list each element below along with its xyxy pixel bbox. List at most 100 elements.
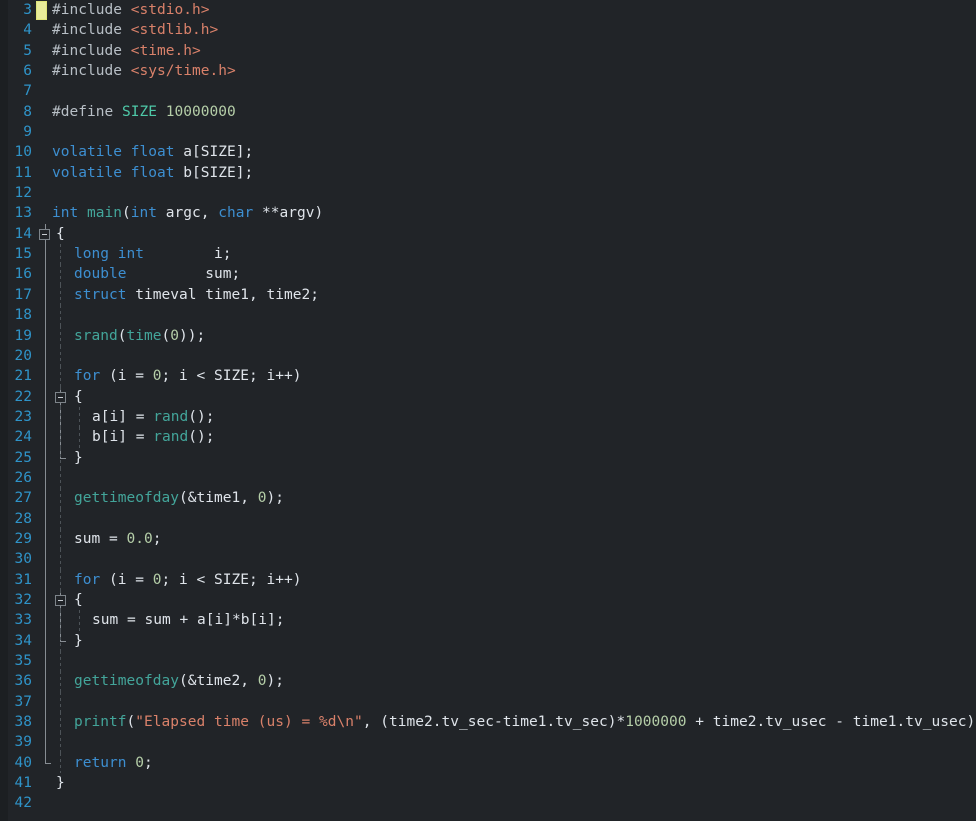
code-line[interactable]: 16 double sum; [0, 264, 976, 285]
code-line[interactable]: 11 volatile float b[SIZE]; [0, 163, 976, 183]
line-number: 9 [23, 124, 32, 141]
code-text[interactable]: #include <stdlib.h> [52, 20, 218, 40]
fold-region-line [45, 345, 46, 367]
code-text[interactable]: gettimeofday(&time1, 0); [74, 488, 284, 508]
indent-guide [60, 691, 61, 713]
code-line[interactable]: 3 #include <stdio.h> [0, 0, 976, 20]
fold-region-line [45, 671, 46, 692]
line-number: 25 [14, 449, 32, 466]
code-line[interactable]: 7 [0, 81, 976, 101]
line-number: 37 [14, 693, 32, 710]
code-line[interactable]: 9 [0, 122, 976, 142]
code-line[interactable]: 30 [0, 549, 976, 570]
code-token-plain: i; [144, 246, 232, 263]
code-token-plain: ; [152, 530, 162, 547]
code-line[interactable]: 12 [0, 183, 976, 203]
code-token-plain: } [74, 449, 83, 466]
code-text[interactable]: #include <sys/time.h> [52, 61, 236, 81]
code-line[interactable]: 26 [0, 467, 976, 489]
code-line[interactable]: 28 [0, 508, 976, 529]
code-line[interactable]: 29 sum = 0.0; [0, 528, 976, 550]
code-line[interactable]: 41} [0, 773, 976, 793]
code-text[interactable]: } [56, 773, 65, 793]
code-text[interactable]: for (i = 0; i < SIZE; i++) [74, 366, 302, 386]
line-number: 4 [23, 22, 32, 39]
line-number: 26 [14, 469, 32, 486]
code-text[interactable]: gettimeofday(&time2, 0); [74, 671, 284, 691]
line-number: 15 [14, 246, 32, 263]
text-cursor [36, 1, 47, 20]
code-line[interactable]: 37 [0, 691, 976, 713]
code-line[interactable]: 20 [0, 345, 976, 367]
line-number: 33 [14, 612, 32, 629]
code-line[interactable]: 31 for (i = 0; i < SIZE; i++) [0, 569, 976, 590]
code-text[interactable]: { [56, 224, 65, 244]
code-line[interactable]: 14 { [0, 223, 976, 245]
code-line[interactable]: 39 [0, 732, 976, 753]
code-text[interactable]: #include <stdio.h> [52, 0, 210, 20]
code-text[interactable]: printf("Elapsed time (us) = %d\n", (time… [74, 712, 976, 732]
code-line[interactable]: 27 gettimeofday(&time1, 0); [0, 488, 976, 509]
code-text[interactable]: } [74, 631, 83, 651]
fold-toggle-icon[interactable] [55, 391, 66, 403]
code-text[interactable]: for (i = 0; i < SIZE; i++) [74, 570, 302, 590]
code-text[interactable]: volatile float b[SIZE]; [52, 163, 253, 183]
fold-region-line [45, 447, 46, 468]
code-token-plain: } [74, 632, 83, 649]
code-token-plain: { [74, 388, 83, 405]
code-line[interactable]: 5 #include <time.h> [0, 41, 976, 61]
code-text[interactable]: srand(time(0)); [74, 326, 205, 346]
code-line[interactable]: 36 gettimeofday(&time2, 0); [0, 671, 976, 692]
code-text[interactable]: #define SIZE 10000000 [52, 102, 236, 122]
code-line[interactable]: 13 int main(int argc, char **argv) [0, 203, 976, 223]
code-text[interactable]: a[i] = rand(); [92, 407, 215, 427]
code-text[interactable]: #include <time.h> [52, 41, 201, 61]
code-line[interactable]: 34} [0, 630, 976, 651]
code-line[interactable]: 35 [0, 651, 976, 672]
code-text[interactable]: sum = sum + a[i]*b[i]; [92, 610, 285, 630]
code-text[interactable]: } [74, 448, 83, 468]
code-text[interactable]: return 0; [74, 753, 153, 773]
fold-region-line [45, 712, 46, 733]
code-line[interactable]: 21 for (i = 0; i < SIZE; i++) [0, 366, 976, 387]
code-line[interactable]: 40 return 0; [0, 752, 976, 774]
code-text[interactable]: struct timeval time1, time2; [74, 285, 319, 305]
code-line[interactable]: 17 struct timeval time1, time2; [0, 284, 976, 306]
code-line[interactable]: 42 [0, 793, 976, 813]
code-line[interactable]: 33 sum = sum + a[i]*b[i]; [0, 610, 976, 631]
code-line[interactable]: 25} [0, 447, 976, 468]
code-text[interactable]: { [74, 387, 83, 407]
code-token-plain: (&time1, [179, 490, 258, 507]
code-line[interactable]: 32 { [0, 589, 976, 611]
code-token-num: 0 [257, 490, 267, 507]
code-lines-container[interactable]: 3 #include <stdio.h> 4 #include <stdlib.h> 5… [0, 0, 976, 814]
line-number: 39 [14, 734, 32, 751]
code-text[interactable]: double sum; [74, 264, 240, 284]
fold-region-line [45, 264, 46, 285]
code-text[interactable]: sum = 0.0; [74, 529, 162, 549]
code-line[interactable]: 18 [0, 305, 976, 326]
code-token-def: #include [52, 63, 122, 80]
code-text[interactable]: { [74, 590, 83, 610]
code-line[interactable]: 4 #include <stdlib.h> [0, 20, 976, 40]
code-text[interactable]: volatile float a[SIZE]; [52, 142, 253, 162]
code-line[interactable]: 15 long int i; [0, 244, 976, 265]
line-number: 11 [14, 164, 32, 181]
code-line[interactable]: 38 printf("Elapsed time (us) = %d\n", (ti… [0, 712, 976, 733]
fold-toggle-icon[interactable] [55, 594, 66, 606]
code-line[interactable]: 22 { [0, 386, 976, 407]
code-text[interactable]: int main(int argc, char **argv) [52, 203, 323, 223]
code-text[interactable]: long int i; [74, 244, 232, 264]
fold-toggle-icon[interactable] [39, 228, 50, 240]
code-text[interactable]: b[i] = rand(); [92, 427, 215, 447]
code-line[interactable]: 10 volatile float a[SIZE]; [0, 142, 976, 162]
fold-region-line [45, 386, 46, 407]
code-line[interactable]: 23 a[i] = rand(); [0, 406, 976, 428]
code-line[interactable]: 19 srand(time(0)); [0, 325, 976, 346]
code-editor[interactable]: 3 #include <stdio.h> 4 #include <stdlib.h> 5… [0, 0, 976, 821]
code-line[interactable]: 8 #define SIZE 10000000 [0, 102, 976, 122]
code-line[interactable]: 6 #include <sys/time.h> [0, 61, 976, 81]
line-number: 12 [14, 185, 32, 202]
code-line[interactable]: 24 b[i] = rand(); [0, 427, 976, 448]
indent-guide [60, 305, 61, 326]
